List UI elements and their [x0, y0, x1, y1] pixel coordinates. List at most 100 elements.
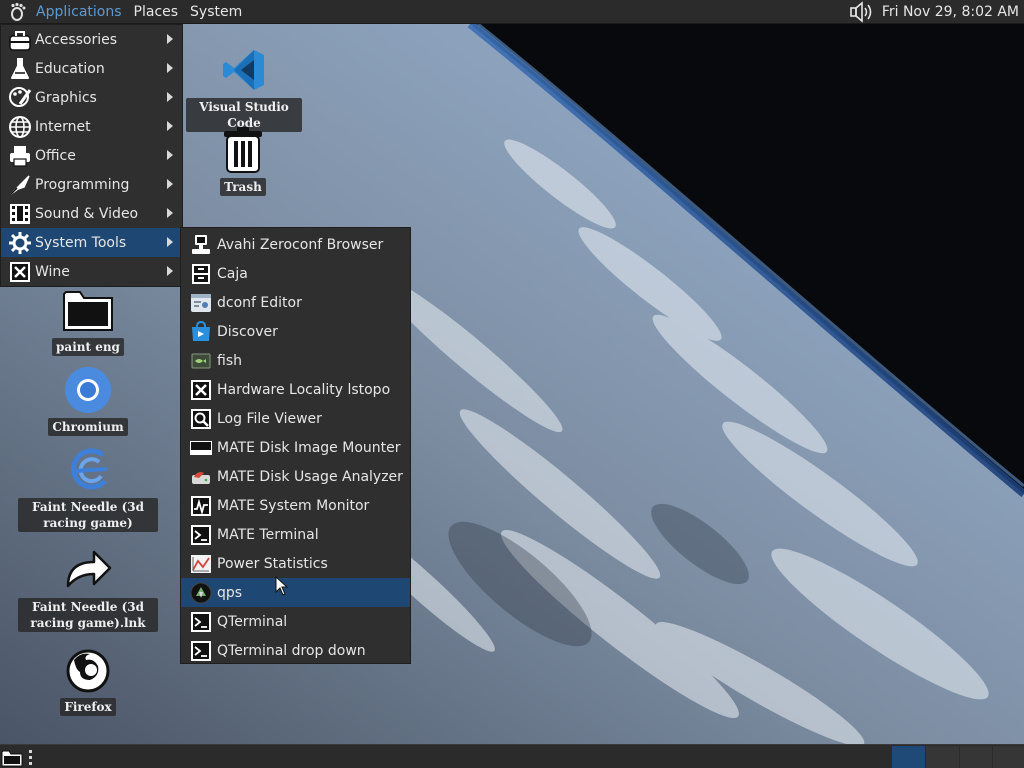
submenu-item-discover[interactable]: Discover: [181, 317, 410, 346]
submenu-item-mate-terminal[interactable]: MATE Terminal: [181, 520, 410, 549]
submenu-item-label: MATE System Monitor: [217, 497, 370, 514]
submenu-arrow-icon: [167, 208, 173, 218]
menu-item-label: Accessories: [35, 31, 118, 48]
places-menu[interactable]: Places: [128, 0, 185, 24]
office-icon: [7, 143, 33, 169]
submenu-item-system-monitor[interactable]: MATE System Monitor: [181, 491, 410, 520]
menu-item-label: Education: [35, 60, 105, 77]
desktop-icon-label: Trash: [220, 178, 266, 196]
clock[interactable]: Fri Nov 29, 8:02 AM: [882, 4, 1024, 20]
submenu-item-fish[interactable]: fish: [181, 346, 410, 375]
desktop-icon-faint-needle-lnk[interactable]: Faint Needle (3d racing game).lnk: [18, 544, 158, 632]
system-tools-submenu: Avahi Zeroconf Browser Caja dconf Editor…: [180, 227, 411, 664]
menu-item-programming[interactable]: Programming: [1, 170, 182, 199]
disk-usage-icon: [188, 464, 214, 490]
submenu-item-label: Discover: [217, 323, 278, 340]
disk-mounter-icon: [188, 435, 214, 461]
lstopo-icon: [188, 377, 214, 403]
game-icon: [62, 444, 114, 496]
submenu-item-label: MATE Disk Usage Analyzer: [217, 468, 403, 485]
chromium-icon: [62, 364, 114, 416]
mate-foot-logo-icon[interactable]: [8, 1, 30, 23]
submenu-arrow-icon: [167, 34, 173, 44]
desktop-icon-faint-needle[interactable]: Faint Needle (3d racing game): [18, 444, 158, 532]
submenu-item-label: QTerminal drop down: [217, 642, 366, 659]
submenu-item-avahi[interactable]: Avahi Zeroconf Browser: [181, 230, 410, 259]
submenu-item-qterminal[interactable]: QTerminal: [181, 607, 410, 636]
menu-item-label: Programming: [35, 176, 130, 193]
submenu-item-disk-usage-analyzer[interactable]: MATE Disk Usage Analyzer: [181, 462, 410, 491]
menu-item-sound-video[interactable]: Sound & Video: [1, 199, 182, 228]
workspace-switcher-2[interactable]: [926, 746, 959, 768]
submenu-item-label: MATE Terminal: [217, 526, 319, 543]
desktop-icon-label: Firefox: [60, 698, 116, 716]
menu-item-label: Sound & Video: [35, 205, 139, 222]
qterminal-dropdown-icon: [188, 638, 214, 664]
show-desktop-icon[interactable]: [0, 746, 36, 768]
submenu-item-lstopo[interactable]: Hardware Locality lstopo: [181, 375, 410, 404]
menu-item-system-tools[interactable]: System Tools: [1, 228, 182, 257]
submenu-arrow-icon: [167, 92, 173, 102]
menu-item-internet[interactable]: Internet: [1, 112, 182, 141]
menu-item-label: Wine: [35, 263, 70, 280]
submenu-arrow-icon: [167, 237, 173, 247]
menu-item-wine[interactable]: Wine: [1, 257, 182, 286]
applications-dropdown: Accessories Education Graphics Internet …: [0, 24, 183, 287]
submenu-item-label: Log File Viewer: [217, 410, 322, 427]
desktop-icon-firefox[interactable]: Firefox: [48, 644, 128, 716]
menu-item-label: System Tools: [35, 234, 127, 251]
submenu-item-qterminal-drop-down[interactable]: QTerminal drop down: [181, 636, 410, 665]
internet-icon: [7, 114, 33, 140]
desktop-icon-trash[interactable]: Trash: [203, 124, 283, 196]
graphics-icon: [7, 85, 33, 111]
menu-item-education[interactable]: Education: [1, 54, 182, 83]
top-panel: Applications Places System Fri Nov 29, 8…: [0, 0, 1024, 24]
menu-item-office[interactable]: Office: [1, 141, 182, 170]
submenu-item-label: fish: [217, 352, 242, 369]
workspace-switcher-4[interactable]: [993, 746, 1024, 768]
desktop-icon-paint-eng[interactable]: paint eng: [48, 284, 128, 356]
submenu-item-dconf-editor[interactable]: dconf Editor: [181, 288, 410, 317]
submenu-item-label: Power Statistics: [217, 555, 328, 572]
file-cabinet-icon: [188, 261, 214, 287]
submenu-arrow-icon: [167, 150, 173, 160]
volume-icon[interactable]: [848, 1, 876, 23]
bottom-panel: [0, 744, 1024, 768]
fish-icon: [188, 348, 214, 374]
submenu-item-qps[interactable]: qps: [181, 578, 410, 607]
sound-video-icon: [7, 201, 33, 227]
desktop-icon-vscode[interactable]: Visual Studio Code: [186, 44, 302, 132]
submenu-arrow-icon: [167, 179, 173, 189]
submenu-item-label: dconf Editor: [217, 294, 302, 311]
terminal-icon: [188, 522, 214, 548]
system-menu[interactable]: System: [184, 0, 248, 24]
applications-menu[interactable]: Applications: [30, 0, 128, 24]
wine-icon: [7, 259, 33, 285]
accessories-icon: [7, 27, 33, 53]
workspace-switcher-1[interactable]: [892, 746, 925, 768]
system-tools-icon: [7, 230, 33, 256]
desktop-icon-chromium[interactable]: Chromium: [48, 364, 128, 436]
mouse-pointer-icon: [275, 576, 289, 596]
desktop-icon-label: Chromium: [48, 418, 128, 436]
submenu-item-log-file-viewer[interactable]: Log File Viewer: [181, 404, 410, 433]
discover-icon: [188, 319, 214, 345]
submenu-item-disk-image-mounter[interactable]: MATE Disk Image Mounter: [181, 433, 410, 462]
submenu-arrow-icon: [167, 121, 173, 131]
submenu-item-label: Caja: [217, 265, 248, 282]
desktop-icon-label: Faint Needle (3d racing game).lnk: [18, 598, 158, 632]
submenu-item-caja[interactable]: Caja: [181, 259, 410, 288]
menu-item-label: Office: [35, 147, 76, 164]
submenu-item-power-statistics[interactable]: Power Statistics: [181, 549, 410, 578]
submenu-arrow-icon: [167, 266, 173, 276]
log-viewer-icon: [188, 406, 214, 432]
desktop-icon-label: Faint Needle (3d racing game): [18, 498, 158, 532]
workspace-switcher-3[interactable]: [960, 746, 992, 768]
education-icon: [7, 56, 33, 82]
shortcut-icon: [62, 544, 114, 596]
trash-icon: [217, 124, 269, 176]
submenu-arrow-icon: [167, 63, 173, 73]
menu-item-graphics[interactable]: Graphics: [1, 83, 182, 112]
menu-item-accessories[interactable]: Accessories: [1, 25, 182, 54]
menu-item-label: Graphics: [35, 89, 97, 106]
